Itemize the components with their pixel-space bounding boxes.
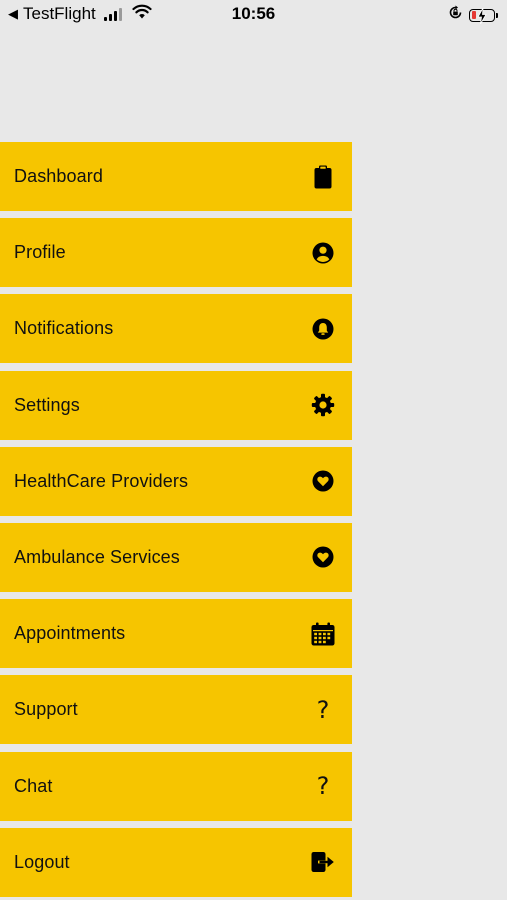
bell-icon (310, 316, 336, 342)
question-glyph: ? (316, 772, 330, 800)
menu-item-label: Ambulance Services (14, 546, 180, 567)
status-bar: ◀ TestFlight 10:56 (0, 0, 507, 30)
menu-item-label: Notifications (14, 318, 114, 339)
charging-bolt-icon (477, 7, 487, 29)
menu-item-settings[interactable]: Settings (0, 370, 352, 440)
menu-item-support[interactable]: Support ? (0, 675, 352, 745)
menu-item-label: Appointments (14, 623, 126, 644)
menu-item-label: Profile (14, 242, 66, 263)
menu-item-notifications[interactable]: Notifications (0, 294, 352, 364)
question-glyph: ? (316, 695, 330, 724)
menu-item-label: Chat (14, 775, 53, 796)
drawer-menu: Dashboard Profile Notifications Settings… (0, 142, 352, 900)
menu-item-label: Support (14, 699, 78, 720)
menu-item-appointments[interactable]: Appointments (0, 599, 352, 669)
menu-item-label: HealthCare Providers (14, 470, 189, 491)
clipboard-icon (310, 164, 336, 190)
gear-icon (310, 392, 336, 418)
menu-item-logout[interactable]: Logout (0, 827, 352, 897)
logout-icon (310, 849, 336, 875)
menu-item-healthcare-providers[interactable]: HealthCare Providers (0, 446, 352, 516)
status-time: 10:56 (231, 4, 276, 23)
app-screen: ◀ TestFlight 10:56 Dashboard Profile Not… (0, 0, 507, 900)
question-icon: ? (310, 773, 336, 799)
menu-item-ambulance-services[interactable]: Ambulance Services (0, 522, 352, 592)
menu-item-profile[interactable]: Profile (0, 218, 352, 288)
battery-level (471, 11, 476, 19)
menu-item-chat[interactable]: Chat ? (0, 751, 352, 821)
menu-item-label: Logout (14, 851, 70, 872)
menu-item-label: Settings (14, 394, 80, 415)
user-circle-icon (310, 240, 336, 266)
battery-icon (469, 7, 498, 24)
menu-item-dashboard[interactable]: Dashboard (0, 142, 352, 211)
menu-item-label: Dashboard (14, 166, 103, 186)
orientation-lock-icon (448, 5, 463, 25)
question-icon: ? (310, 697, 336, 723)
calendar-icon (310, 621, 336, 647)
status-bar-right (448, 5, 498, 25)
heart-icon (310, 544, 336, 570)
heart-icon (310, 468, 336, 494)
